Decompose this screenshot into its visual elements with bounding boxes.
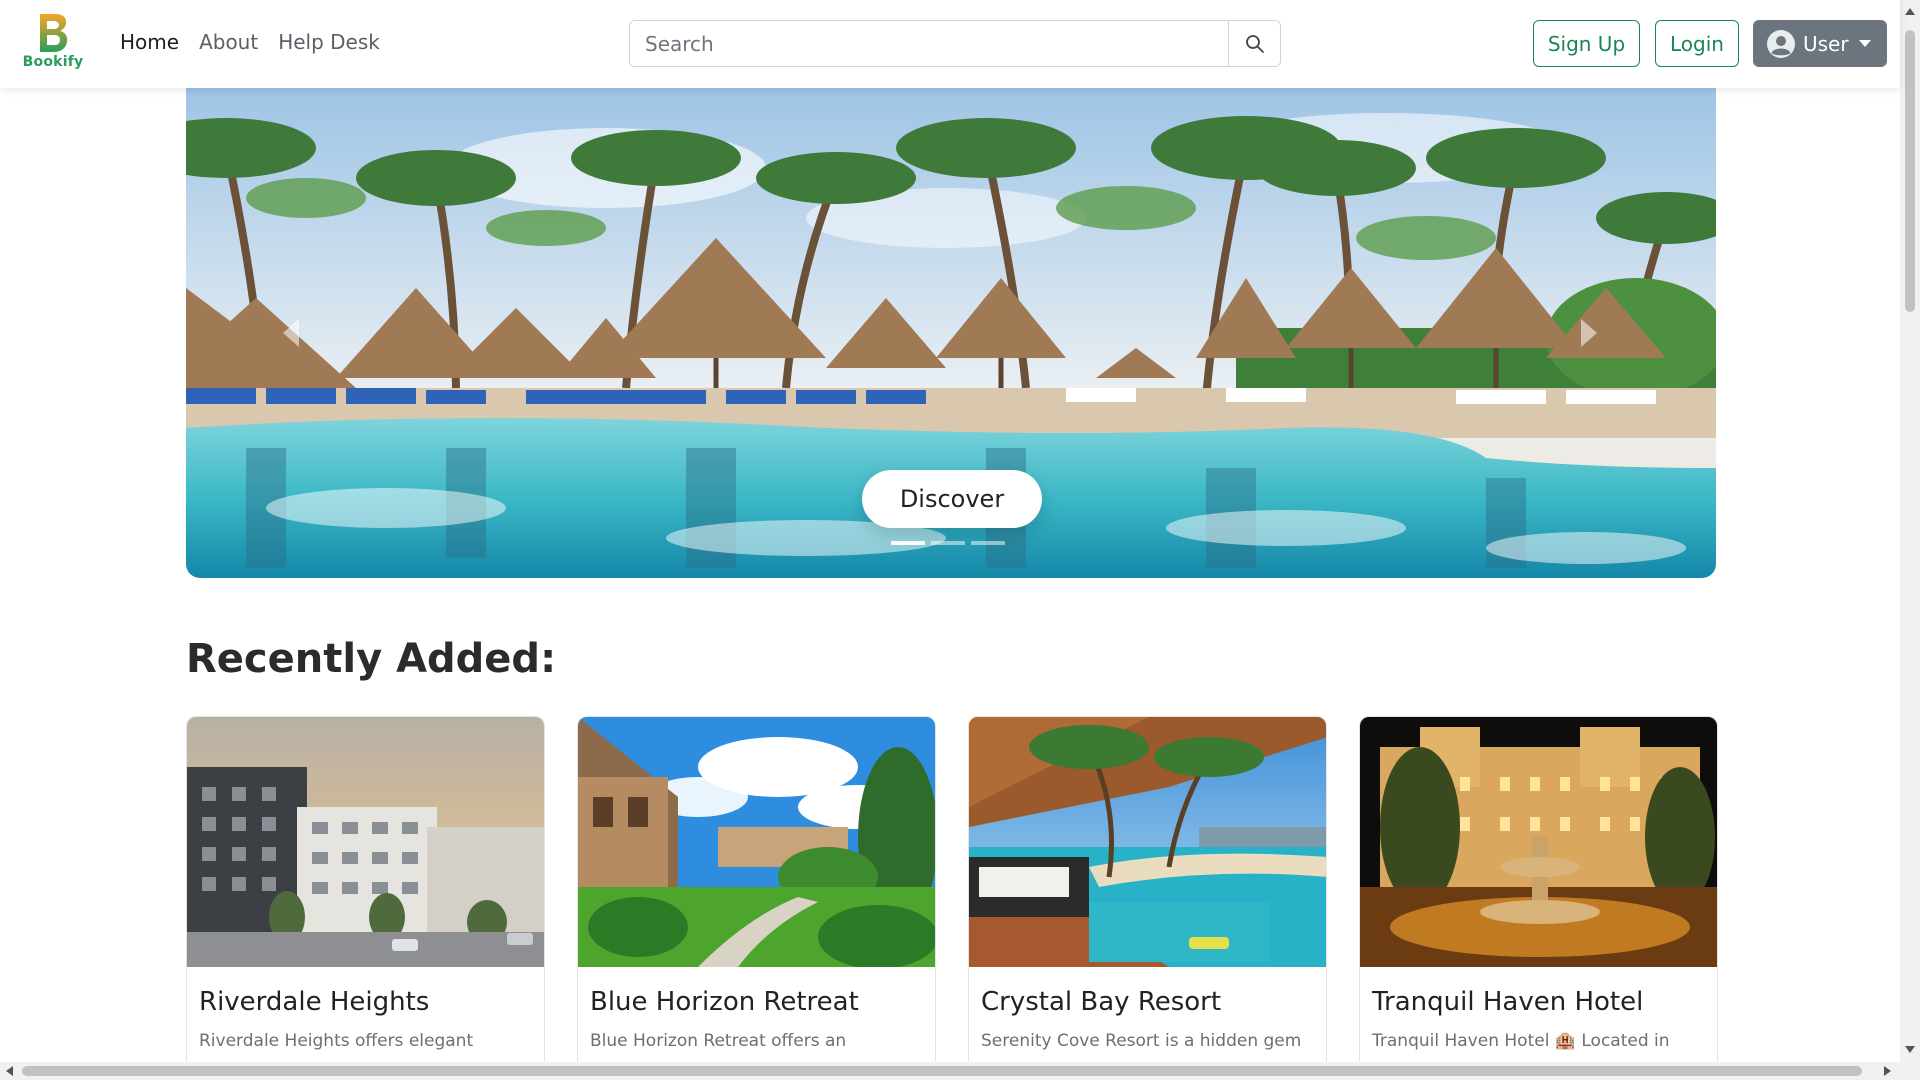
user-dropdown-button[interactable]: User <box>1753 20 1887 67</box>
hotel-card-image <box>578 717 935 967</box>
navbar: Bookify Home About Help Desk Sign Up Log… <box>0 0 1900 88</box>
hotel-card-image <box>969 717 1326 967</box>
scroll-down-arrow-icon[interactable] <box>1905 1046 1915 1053</box>
scroll-up-arrow-icon[interactable] <box>1905 8 1915 15</box>
search-form <box>629 20 1281 67</box>
discover-button[interactable]: Discover <box>862 470 1042 528</box>
hotel-card[interactable]: Crystal Bay Resort Serenity Cove Resort … <box>968 716 1327 1076</box>
login-button[interactable]: Login <box>1655 20 1739 67</box>
search-icon <box>1245 34 1264 53</box>
hotel-card-description: Blue Horizon Retreat offers an <box>590 1031 847 1051</box>
vertical-scrollbar[interactable] <box>1900 0 1920 1062</box>
hotel-card-title: Tranquil Haven Hotel <box>1372 987 1644 1017</box>
search-button[interactable] <box>1228 21 1280 66</box>
hotel-card-image <box>187 717 544 967</box>
carousel-indicator-1[interactable] <box>891 541 925 545</box>
vertical-scroll-thumb[interactable] <box>1905 30 1915 312</box>
carousel-indicator-3[interactable] <box>971 541 1005 545</box>
nav-link-home[interactable]: Home <box>120 30 179 54</box>
nav-links: Home About Help Desk <box>120 30 380 54</box>
brand-name: Bookify <box>22 54 84 70</box>
scroll-left-arrow-icon[interactable] <box>6 1066 13 1076</box>
hotel-card[interactable]: Tranquil Haven Hotel Tranquil Haven Hote… <box>1359 716 1718 1076</box>
brand-logo[interactable]: Bookify <box>22 12 84 74</box>
user-label: User <box>1803 31 1849 56</box>
chevron-right-icon <box>1581 319 1597 347</box>
hotel-card-image <box>1360 717 1717 967</box>
hotel-card-description: Riverdale Heights offers elegant <box>199 1031 474 1051</box>
user-avatar-icon <box>1767 29 1795 58</box>
hero-carousel: Discover <box>186 88 1716 578</box>
caret-down-icon <box>1858 40 1871 47</box>
scroll-right-arrow-icon[interactable] <box>1884 1066 1891 1076</box>
chevron-left-icon <box>283 319 299 347</box>
recently-added-heading: Recently Added: <box>186 636 557 682</box>
signup-button[interactable]: Sign Up <box>1533 20 1640 67</box>
hotel-card[interactable]: Riverdale Heights Riverdale Heights offe… <box>186 716 545 1076</box>
carousel-prev-button[interactable] <box>274 313 310 353</box>
hotel-card-title: Blue Horizon Retreat <box>590 987 859 1017</box>
carousel-next-button[interactable] <box>1570 313 1606 353</box>
hotel-card-description: Serenity Cove Resort is a hidden gem <box>981 1031 1302 1051</box>
carousel-indicator-2[interactable] <box>931 541 965 545</box>
search-input[interactable] <box>630 21 1228 66</box>
nav-link-about[interactable]: About <box>199 30 258 54</box>
hotel-card-title: Riverdale Heights <box>199 987 430 1017</box>
horizontal-scroll-thumb[interactable] <box>22 1066 1862 1076</box>
hotel-card-list: Riverdale Heights Riverdale Heights offe… <box>186 716 1718 1076</box>
nav-link-help-desk[interactable]: Help Desk <box>278 30 380 54</box>
hotel-card[interactable]: Blue Horizon Retreat Blue Horizon Retrea… <box>577 716 936 1076</box>
horizontal-scrollbar[interactable] <box>0 1062 1920 1080</box>
bookify-logo-icon <box>40 14 68 52</box>
carousel-indicators <box>891 541 1005 545</box>
hotel-card-description: Tranquil Haven Hotel 🏨 Located in <box>1372 1031 1670 1051</box>
hotel-card-title: Crystal Bay Resort <box>981 987 1222 1017</box>
